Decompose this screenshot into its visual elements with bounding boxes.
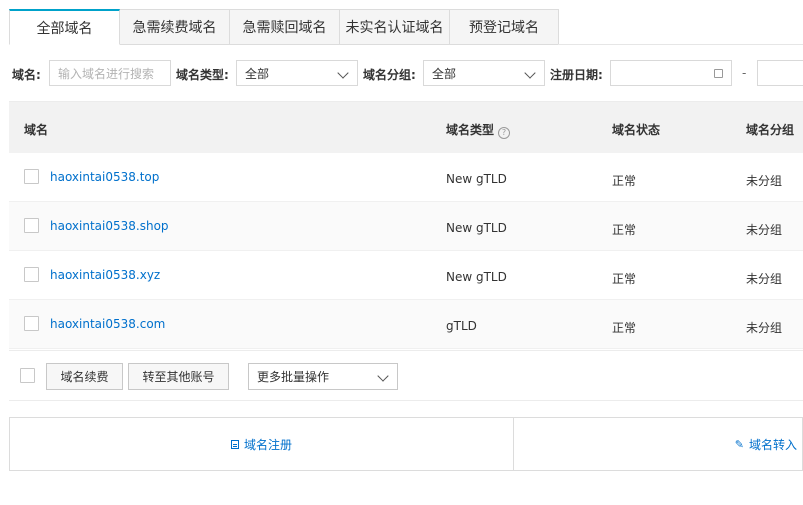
renew-button[interactable]: 域名续费: [46, 363, 123, 390]
transfer-in-label: 域名转入: [748, 437, 797, 452]
domain-status: 正常: [612, 174, 637, 188]
group-select[interactable]: 全部: [423, 60, 545, 86]
action-cards: 域名注册 ✎ 域名转入: [9, 417, 803, 471]
date-start-input[interactable]: [610, 60, 732, 86]
question-circle-icon[interactable]: ?: [498, 127, 511, 139]
table-row: haoxintai0538.top New gTLD 正常 未分组: [9, 153, 803, 202]
domain-type: New gTLD: [446, 270, 507, 284]
pencil-icon: ✎: [734, 437, 744, 451]
domain-table: 域名 域名类型? 域名状态 域名分组 haoxintai0538.top New…: [9, 101, 803, 349]
group-select-value: 全部: [432, 66, 457, 81]
bulk-action-select[interactable]: 更多批量操作: [248, 363, 398, 390]
table-row: haoxintai0538.shop New gTLD 正常 未分组: [9, 202, 803, 251]
table-header: 域名 域名类型? 域名状态 域名分组: [9, 101, 803, 153]
chevron-down-icon: [337, 67, 349, 79]
register-domain-card[interactable]: 域名注册: [10, 418, 514, 470]
tab-all-domains[interactable]: 全部域名: [9, 9, 120, 45]
domain-search-input[interactable]: 输入域名进行搜索: [49, 60, 171, 86]
row-checkbox[interactable]: [24, 316, 39, 331]
row-checkbox[interactable]: [24, 169, 39, 184]
domain-group: 未分组: [746, 174, 783, 188]
domain-tabs: 全部域名 急需续费域名 急需赎回域名 未实名认证域名 预登记域名: [9, 9, 559, 45]
tab-pre-registration[interactable]: 预登记域名: [450, 9, 559, 45]
row-checkbox[interactable]: [24, 267, 39, 282]
domain-group: 未分组: [746, 272, 783, 286]
group-filter-label: 域名分组:: [363, 68, 416, 82]
tab-urgent-redemption[interactable]: 急需赎回域名: [230, 9, 340, 45]
type-select[interactable]: 全部: [236, 60, 358, 86]
domain-type: gTLD: [446, 319, 477, 333]
bulk-action-value: 更多批量操作: [257, 370, 330, 384]
header-status: 域名状态: [612, 123, 661, 137]
calendar-icon: [714, 69, 723, 78]
date-end-input[interactable]: [757, 60, 803, 86]
document-icon: [230, 439, 239, 449]
domain-type: New gTLD: [446, 221, 507, 235]
row-checkbox[interactable]: [24, 218, 39, 233]
domain-status: 正常: [612, 321, 637, 335]
tabs-divider: [558, 44, 803, 45]
domain-status: 正常: [612, 272, 637, 286]
transfer-account-button[interactable]: 转至其他账号: [128, 363, 229, 390]
header-group: 域名分组: [746, 123, 795, 137]
header-domain: 域名: [24, 123, 49, 137]
transfer-in-card[interactable]: ✎ 域名转入: [514, 418, 802, 470]
tab-urgent-renewal[interactable]: 急需续费域名: [120, 9, 230, 45]
tab-unverified[interactable]: 未实名认证域名: [340, 9, 450, 45]
select-all-checkbox[interactable]: [20, 368, 35, 383]
domain-group: 未分组: [746, 321, 783, 335]
domain-status: 正常: [612, 223, 637, 237]
chevron-down-icon: [377, 370, 389, 382]
domain-link[interactable]: haoxintai0538.top: [50, 170, 159, 184]
domain-link[interactable]: haoxintai0538.xyz: [50, 268, 160, 282]
domain-filter-label: 域名:: [12, 68, 41, 82]
domain-type: New gTLD: [446, 172, 507, 186]
domain-link[interactable]: haoxintai0538.com: [50, 317, 165, 331]
table-row: haoxintai0538.com gTLD 正常 未分组: [9, 300, 803, 349]
domain-group: 未分组: [746, 223, 783, 237]
date-range-separator: -: [742, 66, 747, 80]
header-type: 域名类型?: [446, 121, 511, 139]
domain-link[interactable]: haoxintai0538.shop: [50, 219, 169, 233]
header-type-label: 域名类型: [446, 123, 495, 137]
type-filter-label: 域名类型:: [176, 68, 229, 82]
register-domain-label: 域名注册: [243, 437, 292, 452]
domain-search-placeholder: 输入域名进行搜索: [58, 66, 155, 81]
type-select-value: 全部: [245, 66, 270, 81]
chevron-down-icon: [524, 67, 536, 79]
date-filter-label: 注册日期:: [550, 68, 603, 82]
batch-toolbar: 域名续费 转至其他账号 更多批量操作: [9, 350, 803, 401]
table-row: haoxintai0538.xyz New gTLD 正常 未分组: [9, 251, 803, 300]
